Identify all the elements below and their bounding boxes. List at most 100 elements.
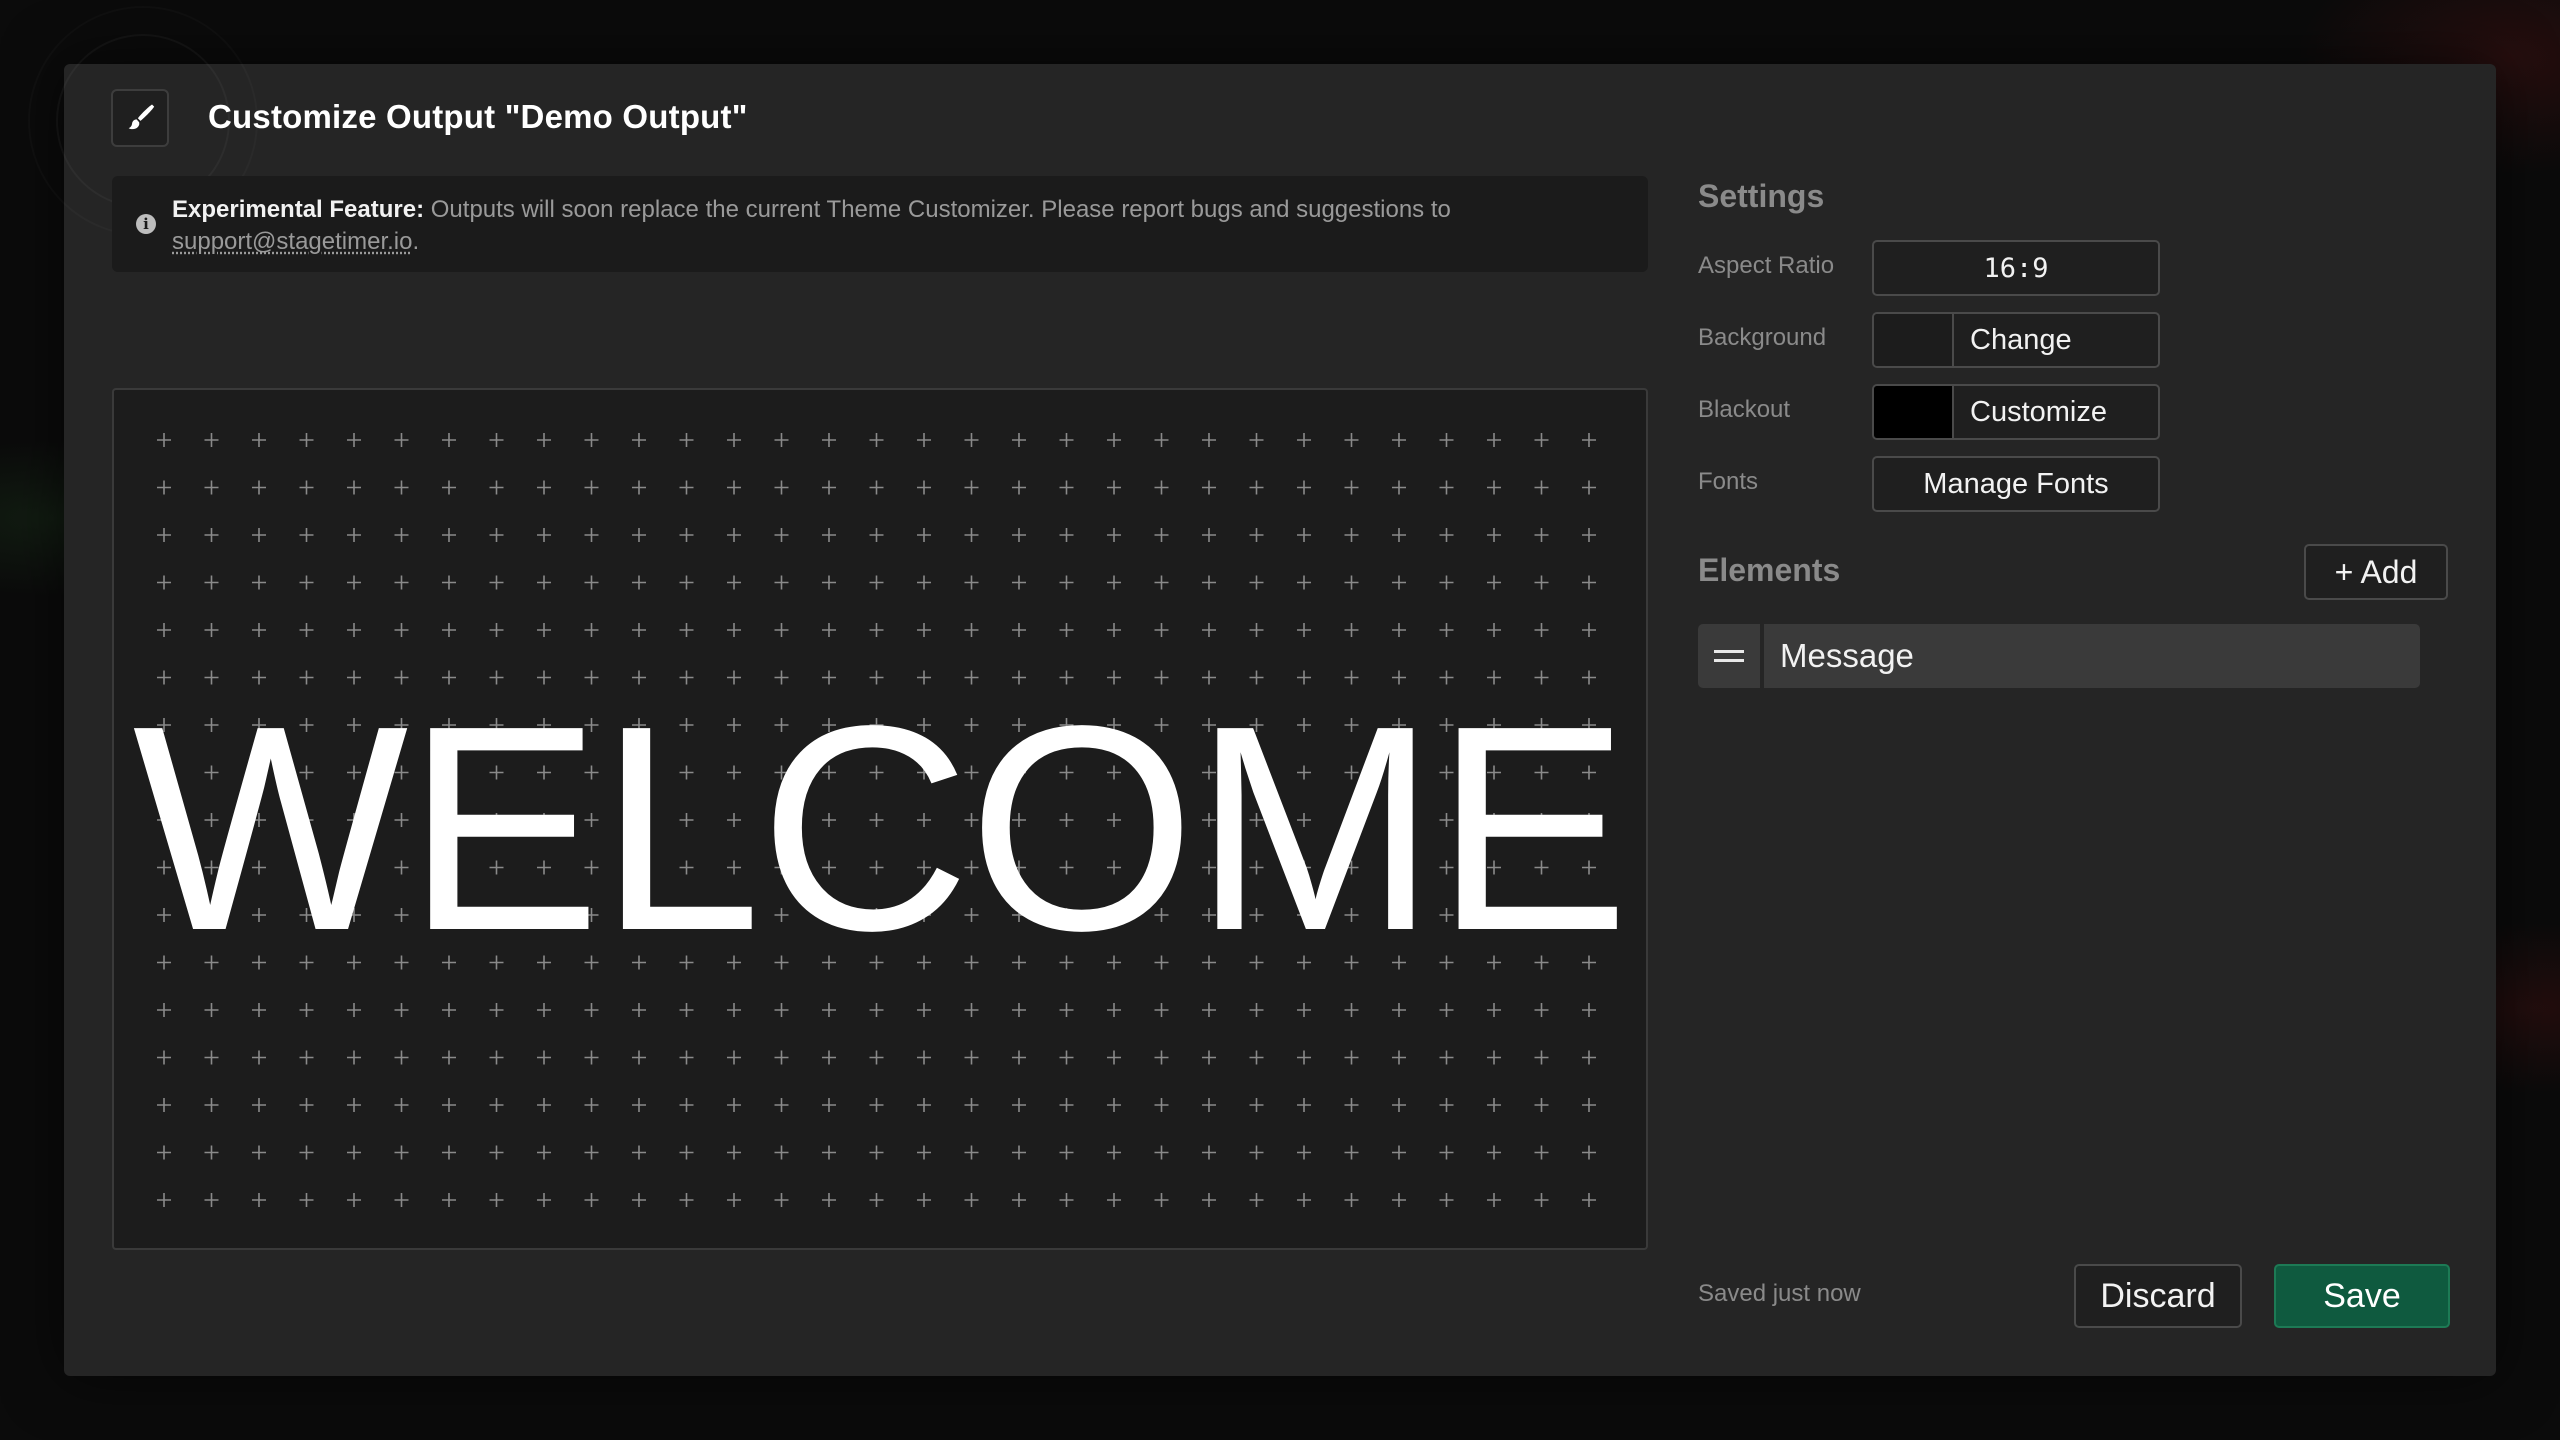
grid-plus-mark	[1059, 433, 1074, 447]
grid-plus-mark	[157, 480, 171, 495]
grid-plus-mark	[1249, 1193, 1264, 1207]
info-icon: i	[136, 214, 156, 234]
grid-plus-mark	[632, 1003, 646, 1017]
support-email-link[interactable]: support@stagetimer.io	[172, 228, 412, 255]
grid-plus-mark	[1297, 433, 1311, 447]
grid-plus-mark	[1392, 1050, 1406, 1065]
grid-plus-mark	[347, 433, 361, 447]
grid-plus-mark	[869, 433, 884, 447]
grid-plus-mark	[679, 1193, 694, 1207]
grid-plus-mark	[1344, 433, 1359, 447]
aspect-ratio-select[interactable]: 16:9	[1872, 240, 2160, 296]
grid-plus-mark	[1012, 1098, 1026, 1112]
grid-plus-mark	[917, 433, 931, 447]
blackout-color-swatch	[1874, 386, 1954, 438]
grid-plus-mark	[1107, 1003, 1121, 1017]
grid-plus-mark	[1059, 1050, 1074, 1065]
grid-plus-mark	[394, 623, 409, 637]
grid-plus-mark	[1582, 480, 1596, 495]
grid-plus-mark	[299, 575, 314, 590]
grid-plus-mark	[917, 1098, 931, 1112]
grid-plus-mark	[157, 1098, 171, 1112]
manage-fonts-button[interactable]: Manage Fonts	[1872, 456, 2160, 512]
grid-plus-mark	[727, 1003, 741, 1017]
grid-plus-mark	[869, 528, 884, 542]
grid-plus-mark	[1297, 1050, 1311, 1065]
grid-plus-mark	[1392, 623, 1406, 637]
grid-plus-mark	[1059, 1003, 1074, 1017]
grid-plus-mark	[1059, 1193, 1074, 1207]
grid-plus-mark	[1344, 575, 1359, 590]
settings-heading: Settings	[1698, 178, 1825, 214]
grid-plus-mark	[204, 1003, 219, 1017]
grid-plus-mark	[1439, 433, 1454, 447]
grid-plus-mark	[964, 1050, 979, 1065]
discard-button[interactable]: Discard	[2074, 1264, 2242, 1328]
grid-plus-mark	[1297, 528, 1311, 542]
grid-plus-mark	[299, 1003, 314, 1017]
add-element-button[interactable]: + Add	[2304, 544, 2448, 600]
grid-plus-mark	[252, 1098, 266, 1112]
grid-plus-mark	[537, 1098, 551, 1112]
grid-plus-mark	[157, 1145, 171, 1160]
grid-plus-mark	[489, 1050, 504, 1065]
grid-plus-mark	[869, 480, 884, 495]
grid-plus-mark	[632, 1098, 646, 1112]
grid-plus-mark	[299, 1145, 314, 1160]
blackout-label: Blackout	[1698, 396, 1791, 423]
grid-plus-mark	[537, 1003, 551, 1017]
grid-plus-mark	[252, 623, 266, 637]
grid-plus-mark	[299, 480, 314, 495]
grid-plus-mark	[869, 1098, 884, 1112]
grid-plus-mark	[632, 1050, 646, 1065]
output-preview-canvas[interactable]: WELCOME	[112, 388, 1648, 1250]
grid-plus-mark	[1249, 433, 1264, 447]
grid-plus-mark	[1582, 1050, 1596, 1065]
save-status-text: Saved just now	[1698, 1280, 1861, 1307]
grid-plus-mark	[1439, 575, 1454, 590]
grid-plus-mark	[774, 480, 789, 495]
grid-plus-mark	[584, 528, 599, 542]
background-change-button[interactable]: Change	[1872, 312, 2160, 368]
grid-plus-mark	[869, 623, 884, 637]
grid-plus-mark	[1249, 528, 1264, 542]
grid-plus-mark	[1107, 1098, 1121, 1112]
grid-plus-mark	[964, 1145, 979, 1160]
grid-plus-mark	[442, 1003, 456, 1017]
grid-plus-mark	[394, 1193, 409, 1207]
grid-plus-mark	[394, 1003, 409, 1017]
grid-plus-mark	[489, 433, 504, 447]
grid-plus-mark	[252, 1193, 266, 1207]
grid-plus-mark	[1344, 1145, 1359, 1160]
grid-plus-mark	[1582, 623, 1596, 637]
grid-plus-mark	[1249, 623, 1264, 637]
elements-heading: Elements	[1698, 552, 1841, 588]
grid-plus-mark	[1582, 1003, 1596, 1017]
grid-plus-mark	[1012, 480, 1026, 495]
grid-plus-mark	[1534, 623, 1549, 637]
blackout-customize-button[interactable]: Customize	[1872, 384, 2160, 440]
grid-plus-mark	[1154, 480, 1169, 495]
grid-plus-mark	[632, 1193, 646, 1207]
grid-plus-mark	[299, 623, 314, 637]
grid-plus-mark	[964, 623, 979, 637]
grid-plus-mark	[1582, 528, 1596, 542]
grid-plus-mark	[204, 1193, 219, 1207]
grid-plus-mark	[917, 1003, 931, 1017]
grid-plus-mark	[537, 528, 551, 542]
grid-plus-mark	[1202, 1003, 1216, 1017]
grid-plus-mark	[1297, 1193, 1311, 1207]
element-item[interactable]: Message	[1698, 624, 2420, 688]
grid-plus-mark	[632, 623, 646, 637]
grid-plus-mark	[347, 1003, 361, 1017]
grid-plus-mark	[1012, 1193, 1026, 1207]
grid-plus-mark	[157, 1050, 171, 1065]
save-button[interactable]: Save	[2274, 1264, 2450, 1328]
preview-message-text[interactable]: WELCOME	[114, 682, 1646, 974]
grid-plus-mark	[1107, 433, 1121, 447]
grid-plus-mark	[917, 1050, 931, 1065]
grid-plus-mark	[774, 575, 789, 590]
drag-handle-icon[interactable]	[1698, 624, 1760, 688]
grid-plus-mark	[394, 1145, 409, 1160]
notice-text: Outputs will soon replace the current Th…	[424, 196, 1451, 223]
